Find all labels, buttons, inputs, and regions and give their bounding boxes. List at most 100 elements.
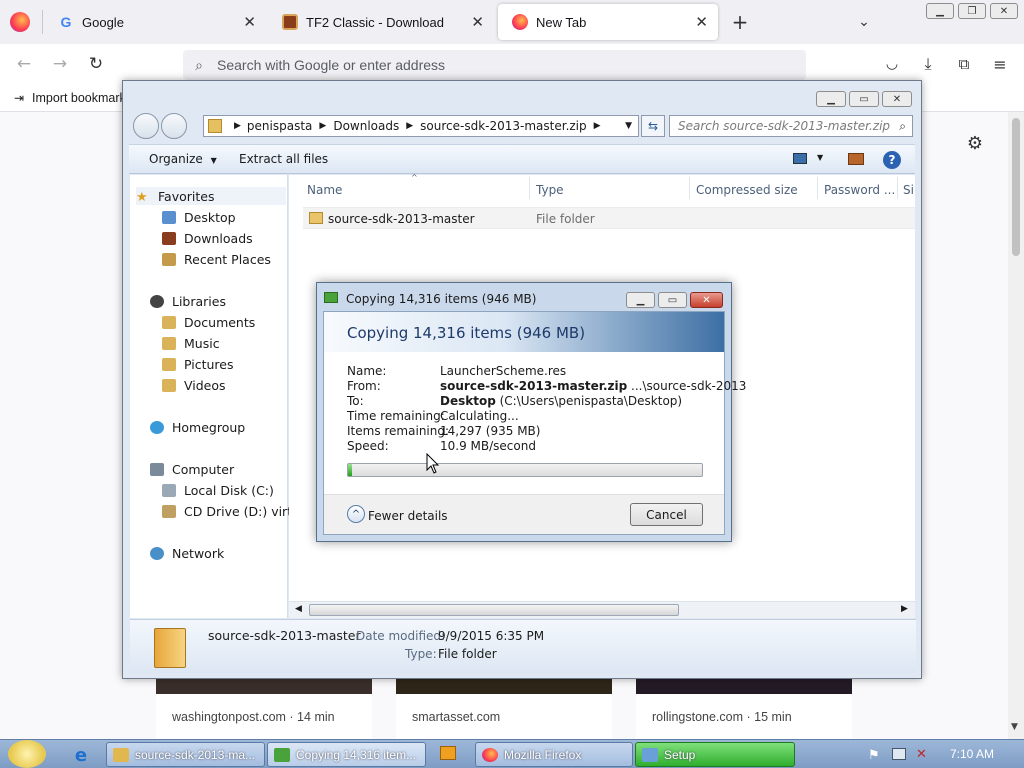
computer-icon	[150, 463, 164, 476]
clock[interactable]: 7:10 AM	[950, 747, 994, 761]
folder-icon	[113, 747, 129, 762]
column-divider[interactable]	[689, 177, 690, 199]
breadcrumb-item[interactable]: penispasta	[247, 119, 312, 133]
column-compressed-size[interactable]: Compressed size	[696, 183, 798, 197]
maximize-button[interactable]: ▭	[658, 292, 687, 308]
column-size[interactable]: Si	[903, 183, 914, 197]
refresh-button[interactable]: ⇆	[641, 115, 665, 137]
internet-explorer-icon[interactable]: e	[70, 744, 92, 766]
organize-button[interactable]: Organize ▼	[149, 152, 217, 166]
chevron-down-icon[interactable]: ⌄	[854, 12, 874, 32]
column-password[interactable]: Password ...	[824, 183, 895, 197]
scrollbar-thumb[interactable]	[309, 604, 679, 616]
taskbar-button[interactable]: Copying 14,316 item...	[267, 742, 426, 767]
setup-icon	[642, 747, 658, 762]
taskbar-button[interactable]: source-sdk-2013-ma...	[106, 742, 265, 767]
reload-icon[interactable]: ↻	[86, 54, 106, 74]
import-bookmarks-link[interactable]: Import bookmark	[32, 91, 126, 105]
nav-favorites[interactable]: ★ Favorites	[136, 187, 286, 205]
nav-computer[interactable]: Computer	[150, 462, 234, 477]
nav-desktop[interactable]: Desktop	[162, 210, 236, 225]
scroll-down-arrow-icon[interactable]: ▼	[1011, 722, 1018, 732]
view-dropdown-icon[interactable]: ▼	[817, 153, 823, 162]
nav-downloads[interactable]: Downloads	[162, 231, 253, 246]
cancel-button[interactable]: Cancel	[630, 503, 703, 526]
close-tab-icon[interactable]: ✕	[471, 13, 484, 31]
tab-new-tab[interactable]: New Tab ✕	[498, 4, 718, 40]
table-row[interactable]: source-sdk-2013-master File folder	[303, 207, 915, 229]
close-tab-icon[interactable]: ✕	[243, 13, 256, 31]
preview-pane-icon[interactable]	[848, 153, 864, 165]
start-button[interactable]	[8, 740, 46, 768]
collapse-up-icon[interactable]: ^	[347, 505, 365, 523]
pocket-icon[interactable]: ◡	[882, 54, 902, 74]
nav-videos[interactable]: Videos	[162, 378, 226, 393]
nav-local-disk[interactable]: Local Disk (C:)	[162, 483, 274, 498]
tab-google[interactable]: G Google ✕	[44, 4, 266, 40]
maximize-button[interactable]: ▭	[849, 91, 879, 107]
search-input[interactable]: Search source-sdk-2013-master.zip ⌕	[669, 115, 913, 137]
items-value: 14,297 (935 MB)	[440, 424, 541, 438]
news-card[interactable]: smartasset.com	[396, 678, 612, 740]
flag-icon[interactable]: ⚑	[868, 748, 880, 763]
nav-network[interactable]: Network	[150, 546, 224, 561]
minimize-button[interactable]: ▁	[626, 292, 655, 308]
new-tab-plus-icon[interactable]: +	[730, 10, 750, 34]
volume-muted-icon[interactable]: ✕	[916, 747, 927, 762]
back-button[interactable]	[133, 113, 159, 139]
taskbar-button[interactable]: Setup	[635, 742, 795, 767]
hamburger-menu-icon[interactable]: ≡	[990, 54, 1010, 74]
address-bar[interactable]: ▶ penispasta ▶ Downloads ▶ source-sdk-20…	[203, 115, 639, 137]
close-window-button[interactable]: ✕	[882, 91, 912, 107]
scrollbar-thumb[interactable]	[1012, 118, 1020, 256]
minimize-button[interactable]: ▁	[816, 91, 846, 107]
address-dropdown-icon[interactable]: ▼	[625, 121, 632, 131]
minimize-button[interactable]: ▁	[926, 3, 954, 19]
nav-documents[interactable]: Documents	[162, 315, 255, 330]
column-divider[interactable]	[817, 177, 818, 199]
forward-button[interactable]	[161, 113, 187, 139]
breadcrumb-item[interactable]: Downloads	[333, 119, 399, 133]
fewer-details-link[interactable]: Fewer details	[368, 509, 448, 523]
command-bar: Organize ▼ Extract all files ▼ ?	[129, 144, 915, 174]
extract-all-button[interactable]: Extract all files	[239, 152, 328, 166]
horizontal-scrollbar[interactable]: ◀ ▶	[289, 601, 915, 618]
close-dialog-button[interactable]: ✕	[690, 292, 723, 308]
details-pane: source-sdk-2013-master Date modified: 9/…	[130, 619, 916, 673]
firefox-menu-icon[interactable]	[10, 12, 30, 32]
download-icon[interactable]: ⤓	[918, 54, 938, 74]
nav-pictures[interactable]: Pictures	[162, 357, 234, 372]
column-divider[interactable]	[897, 177, 898, 199]
scroll-left-arrow-icon[interactable]: ◀	[295, 604, 302, 614]
close-tab-icon[interactable]: ✕	[695, 13, 708, 31]
homegroup-icon	[150, 421, 164, 434]
view-icon[interactable]	[793, 153, 807, 164]
downloads-icon	[162, 232, 176, 245]
url-bar[interactable]: ⌕ Search with Google or enter address	[183, 50, 806, 80]
news-card[interactable]: rollingstone.com · 15 min	[636, 678, 852, 740]
tab-tf2[interactable]: TF2 Classic - Download ✕	[268, 4, 494, 40]
mouse-cursor-icon	[426, 453, 440, 474]
nav-music[interactable]: Music	[162, 336, 220, 351]
column-name[interactable]: Name	[307, 183, 342, 197]
restore-button[interactable]: ❐	[958, 3, 986, 19]
column-divider[interactable]	[529, 177, 530, 199]
media-player-icon[interactable]	[440, 746, 456, 760]
extensions-icon[interactable]: ⧉	[954, 54, 974, 74]
taskbar-button[interactable]: Mozilla Firefox	[475, 742, 633, 767]
back-arrow-icon[interactable]: ←	[14, 54, 34, 74]
forward-arrow-icon[interactable]: →	[50, 54, 70, 74]
network-tray-icon[interactable]	[892, 748, 906, 760]
page-scrollbar[interactable]: ▼	[1008, 112, 1024, 739]
breadcrumb-item[interactable]: source-sdk-2013-master.zip	[420, 119, 586, 133]
news-card[interactable]: washingtonpost.com · 14 min	[156, 678, 372, 740]
nav-recent-places[interactable]: Recent Places	[162, 252, 271, 267]
scroll-right-arrow-icon[interactable]: ▶	[901, 604, 908, 614]
close-window-button[interactable]: ✕	[990, 3, 1018, 19]
column-type[interactable]: Type	[536, 183, 564, 197]
help-icon[interactable]: ?	[883, 151, 901, 169]
nav-libraries[interactable]: Libraries	[150, 294, 226, 309]
nav-homegroup[interactable]: Homegroup	[150, 420, 245, 435]
breadcrumb-sep: ▶	[406, 121, 414, 131]
gear-icon[interactable]: ⚙	[964, 132, 986, 154]
